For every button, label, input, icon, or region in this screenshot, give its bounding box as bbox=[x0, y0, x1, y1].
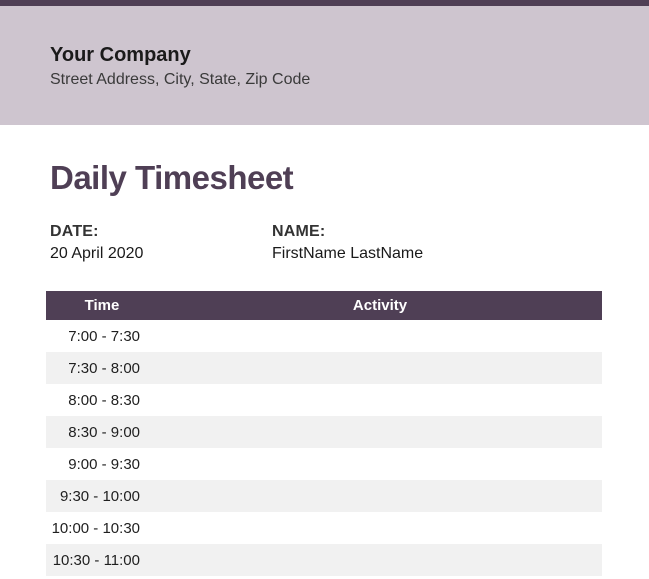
activity-cell bbox=[158, 448, 602, 480]
table-row: 8:00 - 8:30 bbox=[46, 384, 602, 416]
content-area: Daily Timesheet DATE: 20 April 2020 NAME… bbox=[0, 125, 649, 576]
date-label: DATE: bbox=[50, 223, 272, 241]
table-row: 10:00 - 10:30 bbox=[46, 512, 602, 544]
table-row: 9:30 - 10:00 bbox=[46, 480, 602, 512]
time-value: 8:00 - 8:30 bbox=[68, 392, 158, 409]
time-value: 9:00 - 9:30 bbox=[68, 456, 158, 473]
meta-date-block: DATE: 20 April 2020 bbox=[50, 223, 272, 263]
activity-cell bbox=[158, 416, 602, 448]
column-header-time: Time bbox=[46, 291, 158, 320]
name-value: FirstName LastName bbox=[272, 245, 494, 263]
activity-cell bbox=[158, 384, 602, 416]
table-header-row: Time Activity bbox=[46, 291, 602, 320]
time-cell: 9:00 - 9:30 bbox=[46, 448, 158, 480]
timesheet-table: Time Activity 7:00 - 7:30 7:30 - 8:00 8:00… bbox=[46, 291, 602, 576]
activity-cell bbox=[158, 480, 602, 512]
document-header: Your Company Street Address, City, State… bbox=[0, 6, 649, 125]
time-value: 10:30 - 11:00 bbox=[53, 552, 158, 569]
time-cell: 8:00 - 8:30 bbox=[46, 384, 158, 416]
time-cell: 9:30 - 10:00 bbox=[46, 480, 158, 512]
activity-cell bbox=[158, 512, 602, 544]
time-value: 9:30 - 10:00 bbox=[60, 488, 158, 505]
time-value: 10:00 - 10:30 bbox=[52, 520, 158, 537]
table-row: 10:30 - 11:00 bbox=[46, 544, 602, 576]
activity-cell bbox=[158, 352, 602, 384]
time-cell: 7:00 - 7:30 bbox=[46, 320, 158, 352]
activity-cell bbox=[158, 320, 602, 352]
table-row: 7:30 - 8:00 bbox=[46, 352, 602, 384]
time-value: 7:00 - 7:30 bbox=[68, 328, 158, 345]
date-value: 20 April 2020 bbox=[50, 245, 272, 263]
time-value: 7:30 - 8:00 bbox=[68, 360, 158, 377]
table-row: 7:00 - 7:30 bbox=[46, 320, 602, 352]
meta-row: DATE: 20 April 2020 NAME: FirstName Last… bbox=[50, 223, 599, 263]
table-row: 9:00 - 9:30 bbox=[46, 448, 602, 480]
time-cell: 8:30 - 9:00 bbox=[46, 416, 158, 448]
time-cell: 10:00 - 10:30 bbox=[46, 512, 158, 544]
time-cell: 10:30 - 11:00 bbox=[46, 544, 158, 576]
page-title: Daily Timesheet bbox=[50, 159, 599, 197]
time-value: 8:30 - 9:00 bbox=[68, 424, 158, 441]
company-address: Street Address, City, State, Zip Code bbox=[50, 71, 599, 89]
activity-cell bbox=[158, 544, 602, 576]
time-cell: 7:30 - 8:00 bbox=[46, 352, 158, 384]
column-header-activity: Activity bbox=[158, 291, 602, 320]
company-name: Your Company bbox=[50, 44, 599, 67]
name-label: NAME: bbox=[272, 223, 494, 241]
table-row: 8:30 - 9:00 bbox=[46, 416, 602, 448]
meta-name-block: NAME: FirstName LastName bbox=[272, 223, 494, 263]
